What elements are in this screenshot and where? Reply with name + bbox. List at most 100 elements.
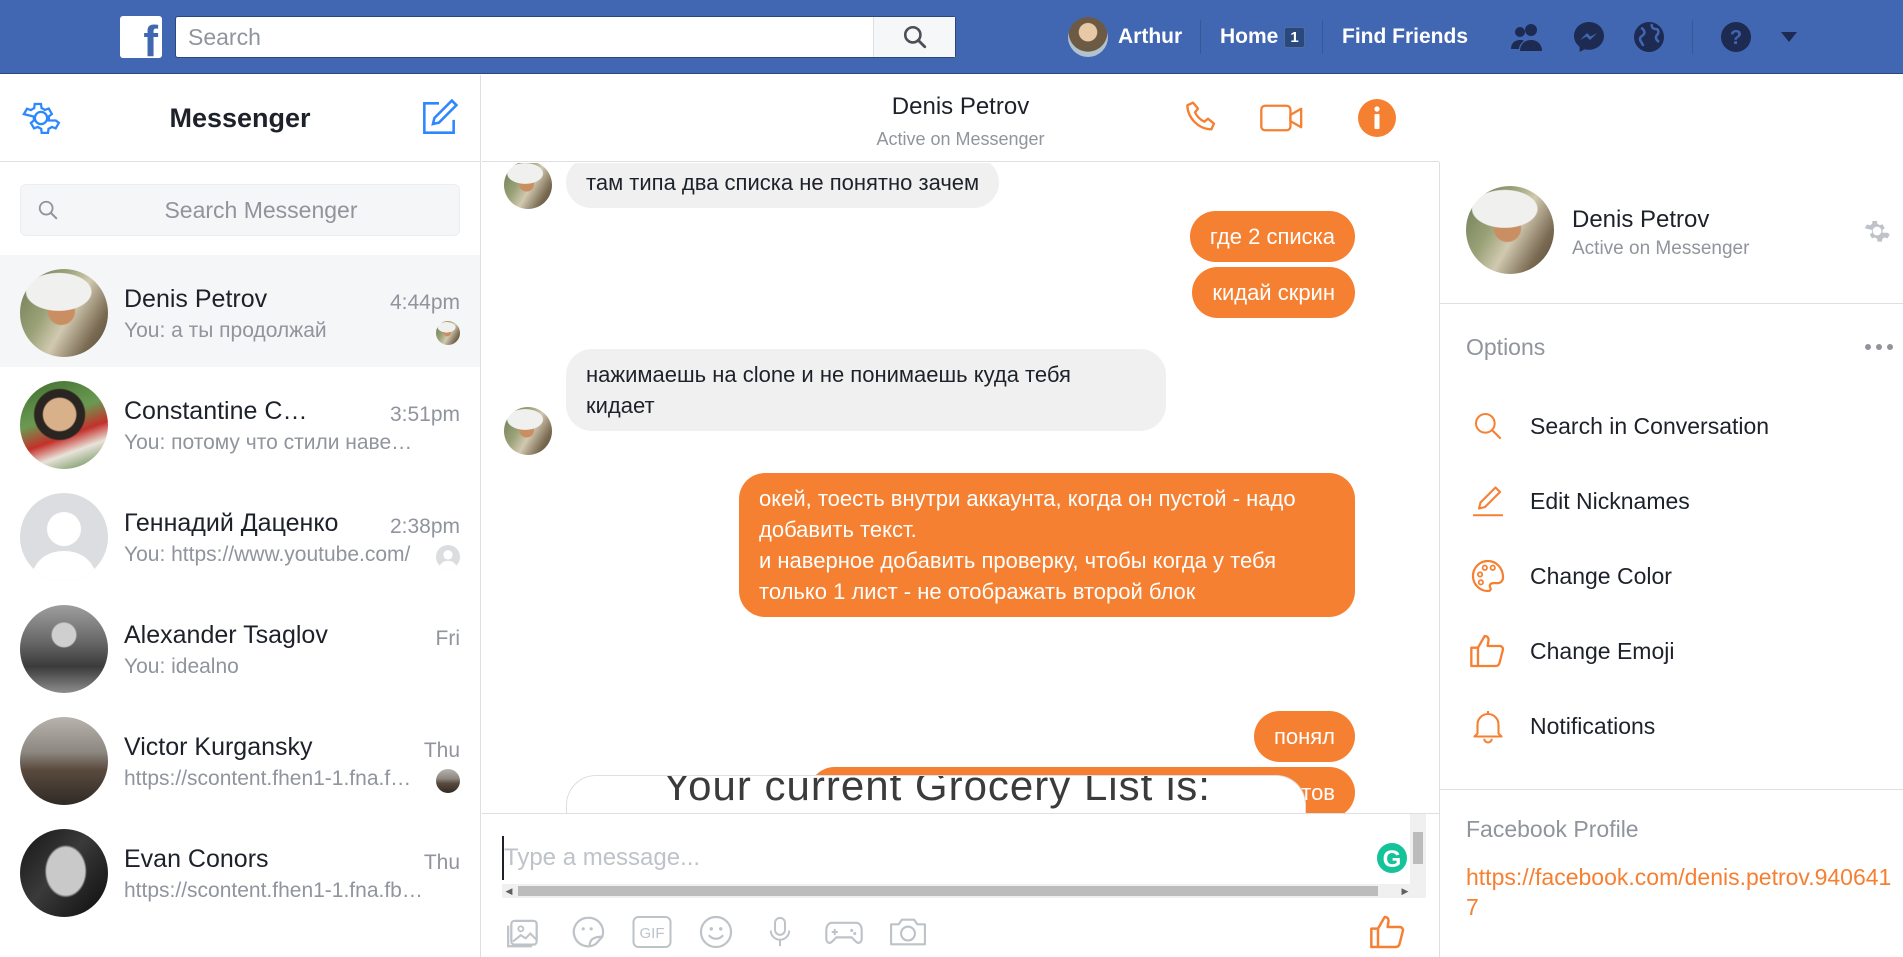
sticker-button[interactable] bbox=[566, 910, 610, 954]
outgoing-message: понял bbox=[1253, 711, 1355, 762]
contact-name: Evan Conors bbox=[124, 845, 269, 873]
global-search bbox=[175, 16, 956, 58]
video-call-button[interactable] bbox=[1259, 95, 1305, 141]
contact-avatar bbox=[20, 605, 108, 693]
outgoing-message: окей, тоесть внутри аккаунта, когда он п… bbox=[739, 473, 1355, 617]
contact-profile-avatar[interactable] bbox=[1466, 186, 1554, 274]
facebook-logo[interactable]: f bbox=[120, 16, 162, 58]
profile-link[interactable]: Arthur bbox=[1068, 0, 1182, 74]
scrollbar-thumb[interactable] bbox=[1413, 832, 1423, 864]
camera-icon bbox=[890, 918, 926, 946]
messenger-search-input[interactable] bbox=[71, 185, 451, 235]
conversation-item[interactable]: Alexander Tsaglov Fri You: idealno bbox=[0, 591, 480, 703]
account-menu-button[interactable] bbox=[1770, 18, 1808, 56]
send-like-button[interactable] bbox=[1364, 910, 1412, 954]
default-avatar-icon bbox=[30, 512, 98, 581]
global-search-input[interactable] bbox=[176, 17, 876, 57]
palette-icon bbox=[1471, 559, 1505, 593]
option-search-in-conversation[interactable]: Search in Conversation bbox=[1466, 398, 1886, 454]
conversation-info-button[interactable] bbox=[1357, 95, 1397, 141]
add-photo-button[interactable] bbox=[502, 910, 546, 954]
conversation-snippet: https://scontent.fhen1-1.fna.fbcdn.net bbox=[124, 879, 424, 902]
option-change-emoji[interactable]: Change Emoji bbox=[1466, 623, 1886, 679]
user-avatar bbox=[1068, 17, 1108, 57]
gamepad-icon bbox=[825, 921, 863, 944]
conversation-list: Denis Petrov 4:44pm You: а ты продолжай … bbox=[0, 255, 480, 927]
gif-button[interactable]: GIF bbox=[630, 910, 674, 954]
nav-divider bbox=[1200, 20, 1201, 54]
voice-clip-button[interactable] bbox=[758, 910, 802, 954]
shared-attachment-card[interactable]: Your current Grocery List is: bbox=[566, 775, 1306, 813]
compose-icon bbox=[423, 98, 459, 134]
chat-panel: Denis Petrov Active on Messenger там тип… bbox=[482, 75, 1439, 957]
facebook-profile-section: Facebook Profile https://facebook.com/de… bbox=[1440, 789, 1903, 957]
info-icon bbox=[1358, 99, 1396, 137]
thumbs-up-icon bbox=[1470, 634, 1505, 668]
contact-avatar bbox=[20, 717, 108, 805]
options-more-button[interactable] bbox=[1864, 336, 1894, 352]
search-icon bbox=[903, 25, 926, 49]
find-friends-link[interactable]: Find Friends bbox=[1342, 0, 1468, 74]
conversation-snippet: You: а ты продолжай bbox=[124, 319, 327, 342]
messenger-icon bbox=[1574, 22, 1604, 52]
image-icon bbox=[507, 919, 538, 948]
options-heading: Options bbox=[1466, 334, 1546, 360]
conversation-sidebar: Messenger Denis Petrov 4:44pm You: а ты … bbox=[0, 75, 481, 957]
conversation-item[interactable]: Constantine Chumachenko 3:51pm You: пото… bbox=[0, 367, 480, 479]
new-message-button[interactable] bbox=[416, 95, 462, 141]
conversation-time: Fri bbox=[435, 627, 461, 650]
user-name: Arthur bbox=[1118, 25, 1183, 48]
conversation-item[interactable]: Denis Petrov 4:44pm You: а ты продолжай bbox=[0, 255, 480, 367]
conversation-details-panel: Denis Petrov Active on Messenger Options… bbox=[1439, 162, 1903, 957]
contact-profile-name[interactable]: Denis Petrov bbox=[1572, 206, 1709, 234]
grammarly-button[interactable]: G bbox=[1375, 841, 1409, 875]
option-change-color[interactable]: Change Color bbox=[1466, 548, 1886, 604]
emoji-button[interactable] bbox=[694, 910, 738, 954]
find-friends-label: Find Friends bbox=[1342, 25, 1468, 48]
friend-requests-button[interactable] bbox=[1508, 18, 1546, 56]
scrollbar-thumb[interactable] bbox=[518, 886, 1378, 896]
contact-profile-status: Active on Messenger bbox=[1572, 238, 1750, 259]
globe-icon bbox=[1634, 22, 1664, 52]
home-link[interactable]: Home 1 bbox=[1220, 0, 1305, 74]
scroll-left-arrow[interactable]: ◀ bbox=[502, 884, 516, 898]
horizontal-scrollbar[interactable]: ◀ ▶ bbox=[502, 884, 1412, 898]
search-button[interactable] bbox=[873, 17, 955, 57]
incoming-message: нажимаешь на clone и не понимаешь куда т… bbox=[566, 349, 1166, 431]
incoming-message: там типа два списка не понятно зачем bbox=[566, 163, 1000, 208]
messages-button[interactable] bbox=[1570, 18, 1608, 56]
phone-icon bbox=[1186, 101, 1216, 131]
gif-icon: GIF bbox=[632, 916, 672, 948]
sender-avatar bbox=[504, 407, 552, 455]
facebook-profile-link[interactable]: https://facebook.com/denis.petrov.940641… bbox=[1466, 862, 1896, 922]
option-label: Notifications bbox=[1530, 712, 1656, 739]
notifications-button[interactable] bbox=[1630, 18, 1668, 56]
conversation-item[interactable]: Victor Kurgansky Thu https://scontent.fh… bbox=[0, 703, 480, 815]
conversation-snippet: You: потому что стили наверное bbox=[124, 431, 414, 454]
contact-avatar bbox=[20, 829, 108, 917]
audio-call-button[interactable] bbox=[1182, 95, 1222, 141]
camera-button[interactable] bbox=[886, 910, 930, 954]
thumbs-up-icon bbox=[1370, 915, 1405, 949]
games-button[interactable] bbox=[822, 910, 866, 954]
seen-indicator-avatar bbox=[436, 321, 460, 345]
contact-profile-summary: Denis Petrov Active on Messenger bbox=[1440, 162, 1903, 304]
conversation-settings-button[interactable] bbox=[1862, 216, 1892, 251]
option-edit-nicknames[interactable]: Edit Nicknames bbox=[1466, 473, 1886, 529]
outgoing-message: кидай скрин bbox=[1192, 267, 1355, 318]
video-camera-icon bbox=[1260, 104, 1303, 132]
seen-indicator-avatar bbox=[436, 769, 460, 793]
contact-name: Alexander Tsaglov bbox=[124, 621, 328, 649]
scroll-right-arrow[interactable]: ▶ bbox=[1398, 884, 1412, 898]
conversation-item[interactable]: Evan Conors Thu https://scontent.fhen1-1… bbox=[0, 815, 480, 927]
question-mark-icon: ? bbox=[1721, 22, 1751, 52]
contact-name: Denis Petrov bbox=[124, 285, 268, 313]
default-avatar-icon bbox=[438, 550, 458, 569]
vertical-scrollbar[interactable] bbox=[1410, 814, 1426, 898]
conversation-item[interactable]: Геннадий Даценко 2:38pm You: https://www… bbox=[0, 479, 480, 591]
help-button[interactable]: ? bbox=[1717, 18, 1755, 56]
svg-text:GIF: GIF bbox=[640, 925, 665, 942]
home-label: Home bbox=[1220, 25, 1279, 48]
message-input[interactable] bbox=[504, 836, 1364, 880]
option-notifications[interactable]: Notifications bbox=[1466, 698, 1886, 754]
